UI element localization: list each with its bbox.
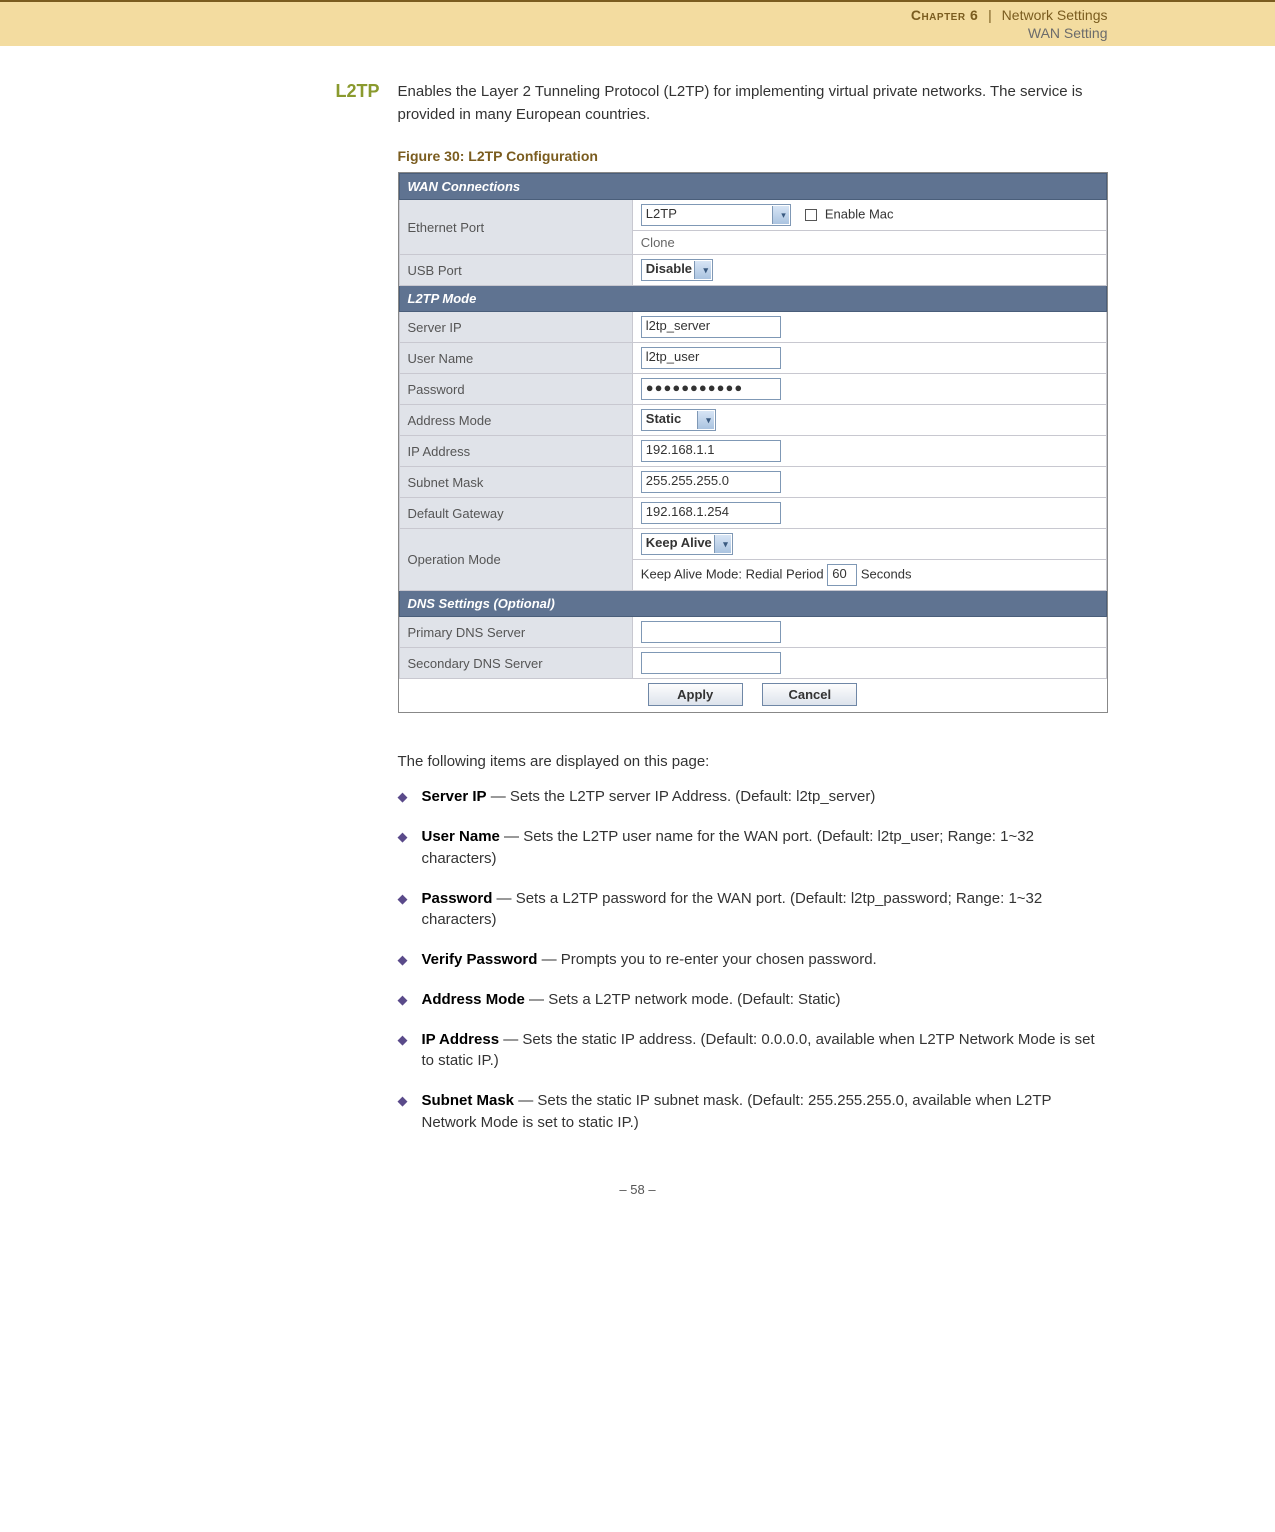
usb-port-select[interactable]: Disable▾ [641,259,713,281]
list-item: ◆ Address Mode — Sets a L2TP network mode… [398,989,1108,1011]
list-item: ◆ Server IP — Sets the L2TP server IP Add… [398,786,1108,808]
keep-alive-text: Keep Alive Mode: Redial Period [641,567,824,582]
default-gateway-label: Default Gateway [399,498,632,529]
clone-label: Clone [632,231,1106,255]
dns-settings-header: DNS Settings (Optional) [399,591,1106,617]
item-term: IP Address [422,1031,500,1048]
operation-mode-select[interactable]: Keep Alive▾ [641,533,733,555]
address-mode-select[interactable]: Static▾ [641,409,716,431]
l2tp-mode-header: L2TP Mode [399,286,1106,312]
primary-dns-input[interactable] [641,621,781,643]
diamond-icon: ◆ [398,951,408,971]
page-number: – 58 – [0,1182,1275,1227]
diamond-icon: ◆ [398,1031,408,1073]
password-label: Password [399,374,632,405]
page-header: Chapter 6 | Network Settings WAN Setting [0,2,1275,46]
password-input[interactable]: ●●●●●●●●●●● [641,378,781,400]
item-desc: — Sets a L2TP network mode. (Default: St… [525,991,841,1008]
subsection-name: WAN Setting [1028,25,1108,41]
list-item: ◆ Subnet Mask — Sets the static IP subnet… [398,1090,1108,1134]
user-name-input[interactable]: l2tp_user [641,347,781,369]
item-desc: — Prompts you to re-enter your chosen pa… [537,951,876,968]
following-text: The following items are displayed on thi… [398,753,1108,770]
diamond-icon: ◆ [398,788,408,808]
item-term: Subnet Mask [422,1092,515,1109]
item-term: Verify Password [422,951,538,968]
section-name: Network Settings [1002,7,1108,23]
list-item: ◆ Password — Sets a L2TP password for the… [398,888,1108,932]
diamond-icon: ◆ [398,890,408,932]
item-term: User Name [422,828,500,845]
diamond-icon: ◆ [398,828,408,870]
secondary-dns-input[interactable] [641,652,781,674]
usb-port-label: USB Port [399,255,632,286]
default-gateway-input[interactable]: 192.168.1.254 [641,502,781,524]
item-desc: — Sets the L2TP server IP Address. (Defa… [487,788,876,805]
item-term: Address Mode [422,991,525,1008]
figure-caption: Figure 30: L2TP Configuration [398,148,1108,164]
apply-button[interactable]: Apply [648,683,743,706]
ethernet-port-label: Ethernet Port [399,200,632,255]
ethernet-port-select[interactable]: L2TP▾ [641,204,791,226]
ip-address-input[interactable]: 192.168.1.1 [641,440,781,462]
subnet-mask-input[interactable]: 255.255.255.0 [641,471,781,493]
redial-period-input[interactable]: 60 [827,564,857,586]
secondary-dns-label: Secondary DNS Server [399,648,632,679]
config-screenshot: WAN Connections Ethernet Port L2TP▾ Enab… [398,172,1108,713]
subnet-mask-label: Subnet Mask [399,467,632,498]
item-desc: — Sets the L2TP user name for the WAN po… [422,828,1034,867]
list-item: ◆ Verify Password — Prompts you to re-ent… [398,949,1108,971]
user-name-label: User Name [399,343,632,374]
separator: | [988,7,992,23]
operation-mode-label: Operation Mode [399,529,632,591]
item-term: Password [422,890,493,907]
ip-address-label: IP Address [399,436,632,467]
server-ip-input[interactable]: l2tp_server [641,316,781,338]
item-term: Server IP [422,788,487,805]
intro-text: Enables the Layer 2 Tunneling Protocol (… [398,81,1108,126]
server-ip-label: Server IP [399,312,632,343]
side-heading: L2TP [168,81,398,1151]
list-item: ◆ User Name — Sets the L2TP user name for… [398,826,1108,870]
diamond-icon: ◆ [398,991,408,1011]
parameter-list: ◆ Server IP — Sets the L2TP server IP Add… [398,786,1108,1133]
item-desc: — Sets the static IP address. (Default: … [422,1031,1095,1070]
list-item: ◆ IP Address — Sets the static IP address… [398,1029,1108,1073]
enable-mac-checkbox[interactable] [805,209,817,221]
seconds-label: Seconds [861,567,912,582]
address-mode-label: Address Mode [399,405,632,436]
wan-connections-header: WAN Connections [399,174,1106,200]
item-desc: — Sets the static IP subnet mask. (Defau… [422,1092,1052,1131]
chapter-label: Chapter 6 [911,7,978,23]
primary-dns-label: Primary DNS Server [399,617,632,648]
enable-mac-label: Enable Mac [825,207,894,222]
diamond-icon: ◆ [398,1092,408,1134]
item-desc: — Sets a L2TP password for the WAN port.… [422,890,1043,929]
cancel-button[interactable]: Cancel [762,683,857,706]
